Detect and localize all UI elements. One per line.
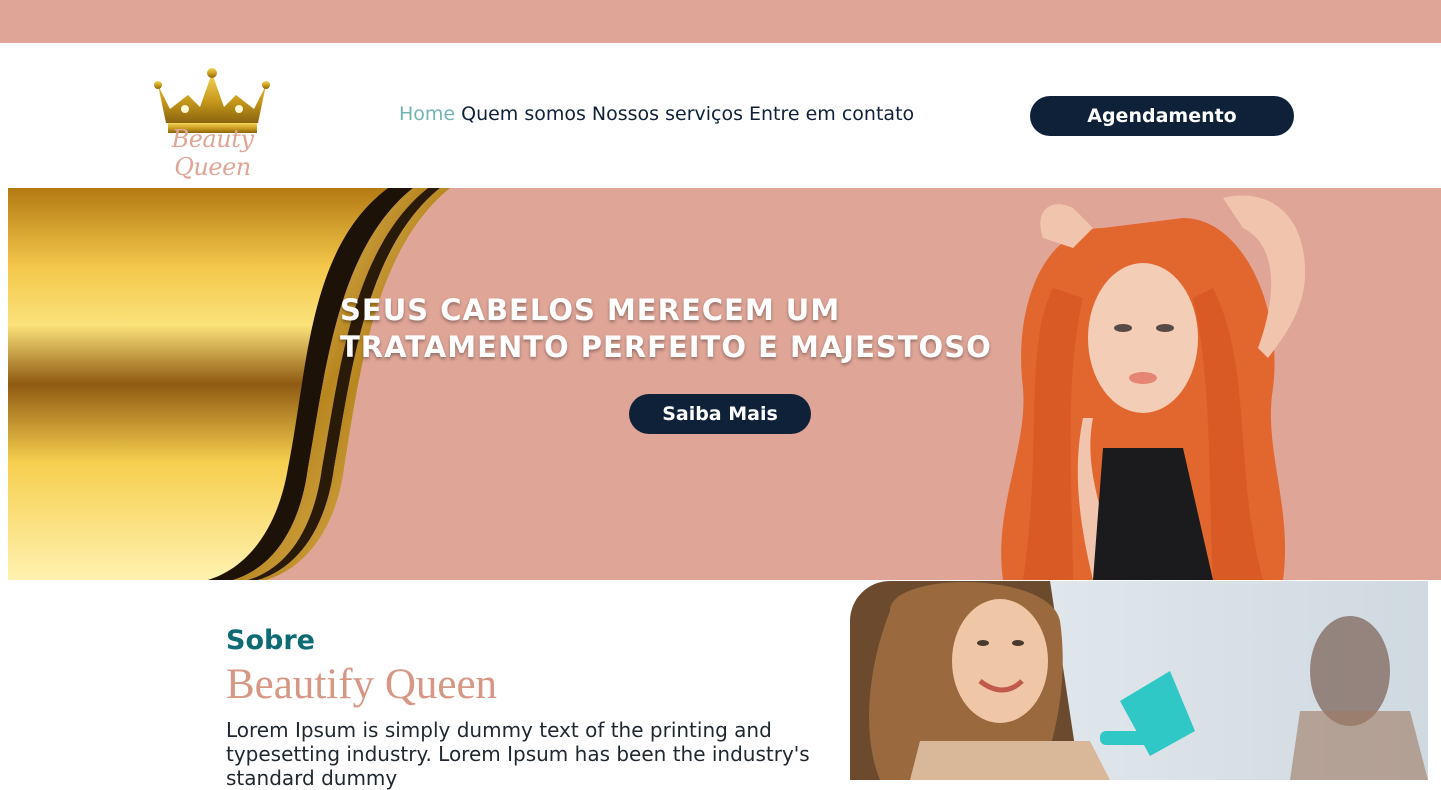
- salon-photo-image: [850, 581, 1428, 780]
- hero-banner: SEUS CABELOS MERECEM UM TRATAMENTO PERFE…: [8, 188, 1441, 580]
- logo-wordmark: Beauty Queen: [171, 125, 254, 181]
- nav-item-home[interactable]: Home: [399, 103, 455, 125]
- about-salon-photo: [850, 581, 1428, 780]
- about-title: Beautify Queen: [226, 661, 498, 708]
- nav-item-quem-somos[interactable]: Quem somos: [461, 103, 586, 125]
- agendamento-button[interactable]: Agendamento: [1030, 96, 1294, 136]
- brand-logo[interactable]: Beauty Queen: [140, 65, 285, 181]
- site-header: Beauty Queen Home Quem somos Nossos serv…: [0, 43, 1441, 188]
- nav-item-nossos-servicos[interactable]: Nossos serviços: [592, 103, 743, 125]
- main-nav: Home Quem somos Nossos serviços Entre em…: [399, 103, 914, 125]
- top-accent-bar: [0, 0, 1441, 43]
- saiba-mais-button[interactable]: Saiba Mais: [629, 394, 811, 434]
- nav-item-entre-em-contato[interactable]: Entre em contato: [749, 103, 914, 125]
- hero-model-image: [1001, 195, 1306, 580]
- about-text: Lorem Ipsum is simply dummy text of the …: [226, 718, 810, 790]
- about-subtitle: Sobre: [226, 625, 315, 656]
- gold-swoosh-decoration: [8, 188, 450, 580]
- hero-title: SEUS CABELOS MERECEM UM TRATAMENTO PERFE…: [340, 293, 992, 364]
